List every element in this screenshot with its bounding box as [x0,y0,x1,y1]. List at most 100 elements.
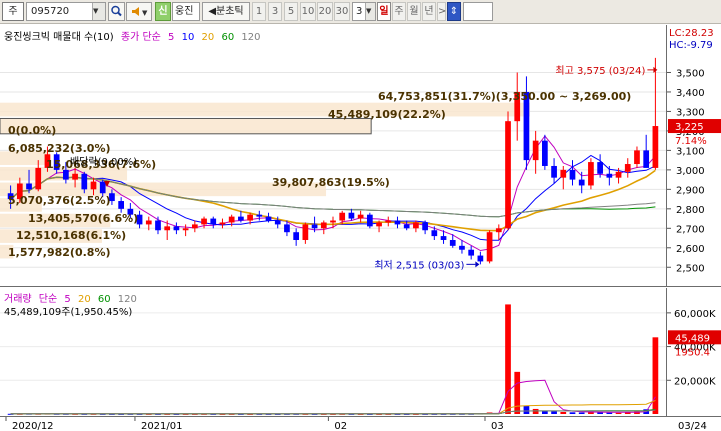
candle-body [72,173,78,180]
candle-body [81,173,88,190]
candle-body [35,167,42,190]
ma10-legend: 10 [181,32,195,43]
toolbar: 주 095720 ▼ ▼ 신 웅진 ◀분초틱 1 3 5 10 20 30 3 … [0,0,721,24]
price-tick-label: 3,500 [676,68,705,79]
volume-bar [551,411,557,414]
high-annotation: 최고 3,575 (03/24) [555,65,645,77]
candle-body [634,150,640,165]
period-10-button[interactable]: 10 [300,2,316,21]
candle-body [302,224,309,240]
tab-week[interactable]: 주 [392,2,406,21]
candle-body [468,249,475,256]
ma120-legend: 120 [241,32,261,43]
date-tick-label: 2021/01 [141,421,183,431]
period-30-button[interactable]: 30 [334,2,350,21]
volume-tick-label: 20,000K [674,376,716,387]
chevron-down-icon[interactable]: ▼ [365,3,375,20]
tab-year[interactable]: 년 [422,2,436,21]
market-label: 주 [8,6,18,17]
candle-body [366,214,373,227]
candle-body [330,220,336,223]
candle-body [477,255,484,262]
period-3-button[interactable]: 3 [268,2,282,21]
candle-body [182,228,189,231]
period-5-button[interactable]: 5 [284,2,298,21]
volume-bar [532,408,539,414]
volume-bar [578,412,585,414]
candle-body [615,171,622,178]
ma20-legend: 20 [201,32,215,43]
candle-body [394,220,401,225]
candle-body [274,220,281,225]
volume-profile-label: 45,489,109(22.2%) [328,108,446,121]
date-axis: 2020/12 2021/01 02 03 03/24 [0,416,721,431]
candle-body [99,181,106,194]
code-input[interactable]: 095720 ▼ [26,2,106,21]
price-chart-pane[interactable]: 64,753,851(31.7%)(3,350.00 ~ 3,269.00) 45… [0,25,666,287]
period-1-button[interactable]: 1 [252,2,266,21]
candle-body [247,214,253,221]
date-axis-svg: 2020/12 2021/01 02 03 03/24 [5,417,707,431]
ma60-legend: 60 [221,32,235,43]
price-legend: 웅진씽크빅 매물대 수(10) 종가 단순 5 10 20 60 120 [4,28,264,43]
candle-body [597,162,603,174]
interval-value: 3 [356,6,363,17]
extra-input[interactable] [463,2,493,21]
volume-bar [615,412,622,414]
search-icon[interactable] [108,2,125,21]
interval-select[interactable]: 3 ▼ [352,2,376,21]
volume-profile-bar [0,102,530,117]
price-tick-label: 2,900 [676,185,705,196]
candle-body [228,216,235,223]
candle-body [440,236,447,240]
volume-profile-label: 6,085,232(3.0%) [8,142,111,155]
period-20-button[interactable]: 20 [317,2,333,21]
price-tick-label: 3,300 [676,107,705,118]
low-arrow-head [475,261,480,268]
volume-profile-label: 5,070,376(2.5%) [8,194,111,207]
chevron-down-icon[interactable]: ▼ [92,3,105,20]
vol-ma20-line [10,399,656,415]
date-tick-label: 2020/12 [12,421,54,431]
candle-body [385,220,392,223]
candle-body [532,140,539,161]
lc-label: LC:28.23 [669,28,714,39]
candle-body [624,164,631,172]
date-tick-label: 03/24 [678,421,707,431]
low-annotation: 최저 2,515 (03/03) [374,259,464,271]
volume-bar [652,337,659,414]
date-tick-label: 03 [491,421,504,431]
candle-body [256,214,263,217]
change-pct-label: 7.14% [675,136,707,147]
volume-profile-label: 0(0.0%) [8,124,56,137]
candle-body [495,228,502,233]
market-select[interactable]: 주 [2,2,24,21]
candle-body [486,232,493,262]
price-tick-label: 2,700 [676,224,705,235]
updown-icon[interactable]: ⇕ [447,2,461,21]
candle-body [339,212,346,221]
volume-profile-label: 1,577,982(0.8%) [8,246,111,259]
tab-month[interactable]: 월 [407,2,421,21]
volume-profile-label: 12,510,168(6.1%) [16,229,126,242]
candle-body [219,222,226,225]
speaker-icon[interactable]: ▼ [126,2,152,21]
price-axis: 3,5003,4003,3003,2003,1003,0002,9002,800… [666,25,721,287]
candle-body [26,183,32,190]
candle-body [320,222,327,229]
candle-body [606,173,613,178]
date-tick-label: 02 [334,421,347,431]
candle-body [542,140,548,166]
volume-bar [523,405,530,414]
candle-body [201,218,207,225]
more-button[interactable]: > [437,2,446,21]
candle-body [459,245,465,250]
volume-axis: 60,000K 40,000K 20,000K 45,489 1950.4 [666,288,721,416]
vol-ma5-line [10,379,656,415]
candle-body [293,232,300,240]
tab-day[interactable]: 일 [377,2,391,21]
period-nav-button[interactable]: ◀분초틱 [202,2,250,21]
candle-body [348,212,355,219]
hc-label: HC:-9.79 [669,40,713,51]
volume-chart-pane[interactable]: 거래량 단순 5 20 60 120 45,489,109주(1,950.45%… [0,288,666,416]
